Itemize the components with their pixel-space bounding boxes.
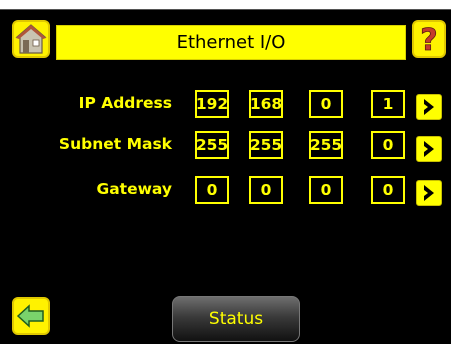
chevron-right-icon (424, 185, 434, 201)
gateway-label: Gateway (96, 180, 172, 198)
svg-text:?: ? (420, 23, 437, 56)
subnet-octet-1[interactable]: 255 (195, 131, 229, 159)
chevron-right-icon (424, 99, 434, 115)
ip-address-label: IP Address (78, 94, 172, 112)
subnet-octet-3[interactable]: 255 (309, 131, 343, 159)
back-button[interactable] (12, 297, 50, 335)
help-button[interactable]: ? (412, 20, 446, 58)
ip-octet-3[interactable]: 0 (309, 90, 343, 118)
chevron-right-icon (424, 141, 434, 157)
subnet-octet-2[interactable]: 255 (249, 131, 283, 159)
page-title: Ethernet I/O (56, 25, 406, 60)
home-button[interactable] (12, 20, 50, 58)
ip-octet-2[interactable]: 168 (249, 90, 283, 118)
gateway-octet-3[interactable]: 0 (309, 176, 343, 204)
subnet-octet-4[interactable]: 0 (371, 131, 405, 159)
help-question-icon: ? (420, 23, 438, 56)
ip-octet-4[interactable]: 1 (371, 90, 405, 118)
status-button[interactable]: Status (172, 296, 300, 342)
subnet-mask-label: Subnet Mask (58, 135, 172, 153)
ip-address-edit-button[interactable] (416, 94, 442, 120)
gateway-octet-4[interactable]: 0 (371, 176, 405, 204)
gateway-edit-button[interactable] (416, 180, 442, 206)
gateway-octet-2[interactable]: 0 (249, 176, 283, 204)
ip-octet-1[interactable]: 192 (195, 90, 229, 118)
home-icon (15, 24, 47, 54)
gateway-octet-1[interactable]: 0 (195, 176, 229, 204)
back-arrow-icon (16, 304, 44, 328)
subnet-mask-edit-button[interactable] (416, 136, 442, 162)
